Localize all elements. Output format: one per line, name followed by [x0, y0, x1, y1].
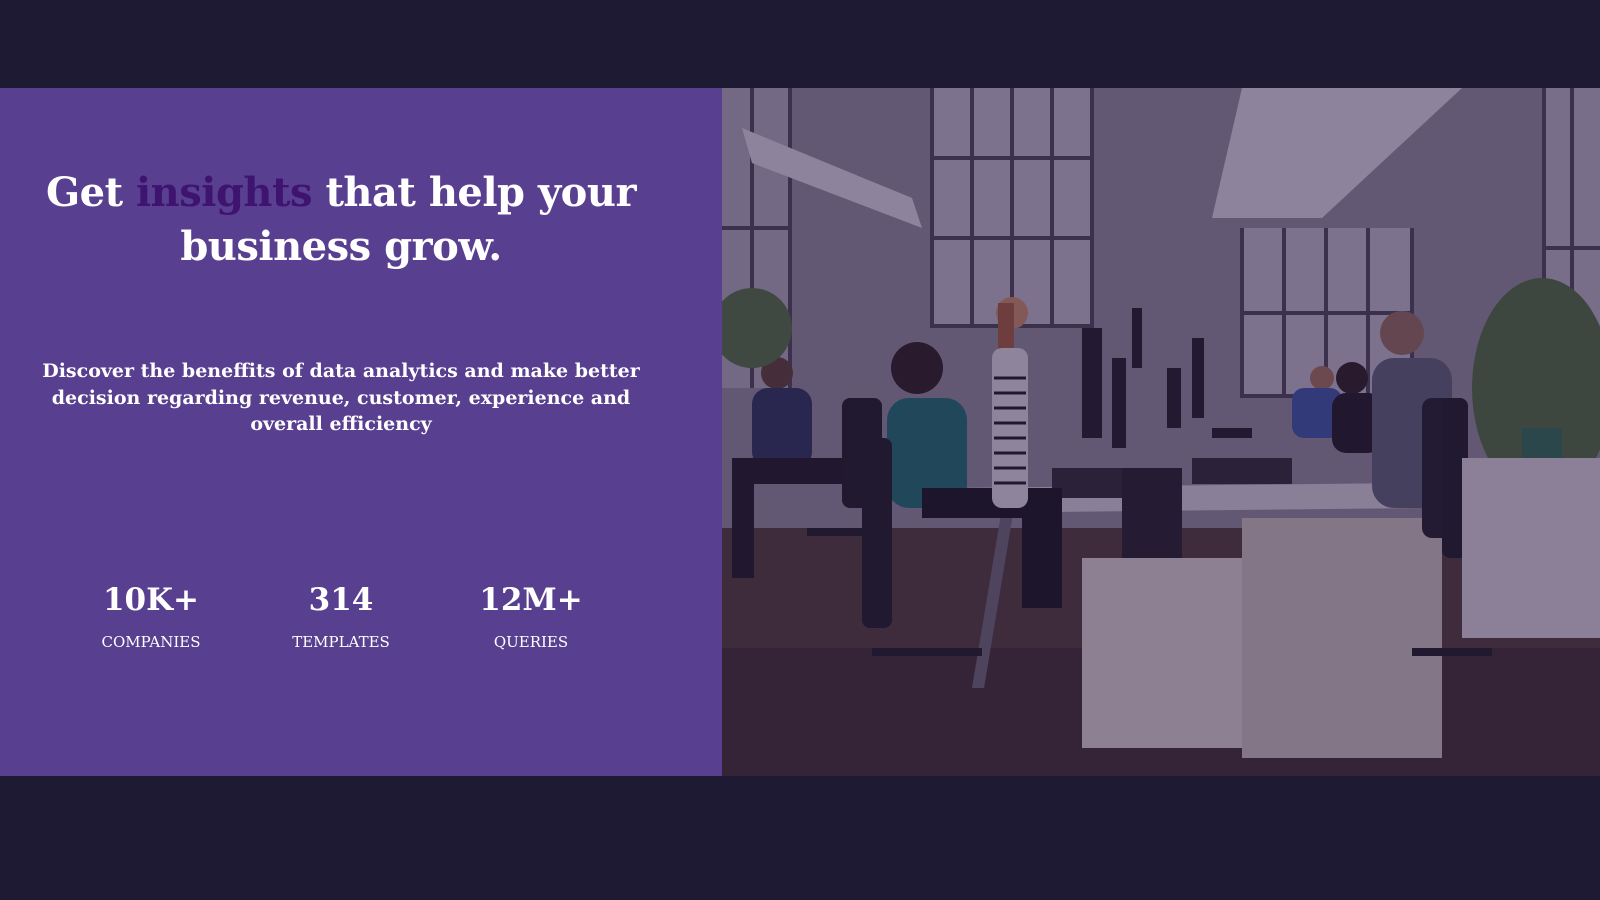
- hero-description: Discover the beneffits of data analytics…: [42, 360, 640, 435]
- hero-text-panel: Get insights that help your business gro…: [0, 88, 722, 776]
- hero-section: Get insights that help your business gro…: [0, 88, 1600, 776]
- stat-value: 314: [308, 582, 374, 618]
- stat-companies: 10K+ COMPANIES: [61, 580, 241, 652]
- stat-value: 10K+: [102, 582, 200, 618]
- hero-headline: Get insights that help your business gro…: [20, 166, 662, 274]
- office-photo: [722, 88, 1600, 776]
- stat-templates: 314 TEMPLATES: [251, 580, 431, 652]
- stat-label: QUERIES: [493, 633, 569, 651]
- page: Get insights that help your business gro…: [0, 0, 1600, 900]
- headline-text-start: Get: [45, 169, 136, 216]
- stat-value: 12M+: [479, 582, 583, 618]
- stat-label: COMPANIES: [101, 633, 201, 651]
- stats-row: 10K+ COMPANIES 314 TEMPLATES 12M+ QUERIE…: [0, 580, 684, 680]
- stat-label: TEMPLATES: [292, 633, 390, 651]
- stat-queries: 12M+ QUERIES: [441, 580, 621, 652]
- photo-tint-overlay: [722, 88, 1600, 776]
- headline-accent-word: insights: [135, 169, 313, 216]
